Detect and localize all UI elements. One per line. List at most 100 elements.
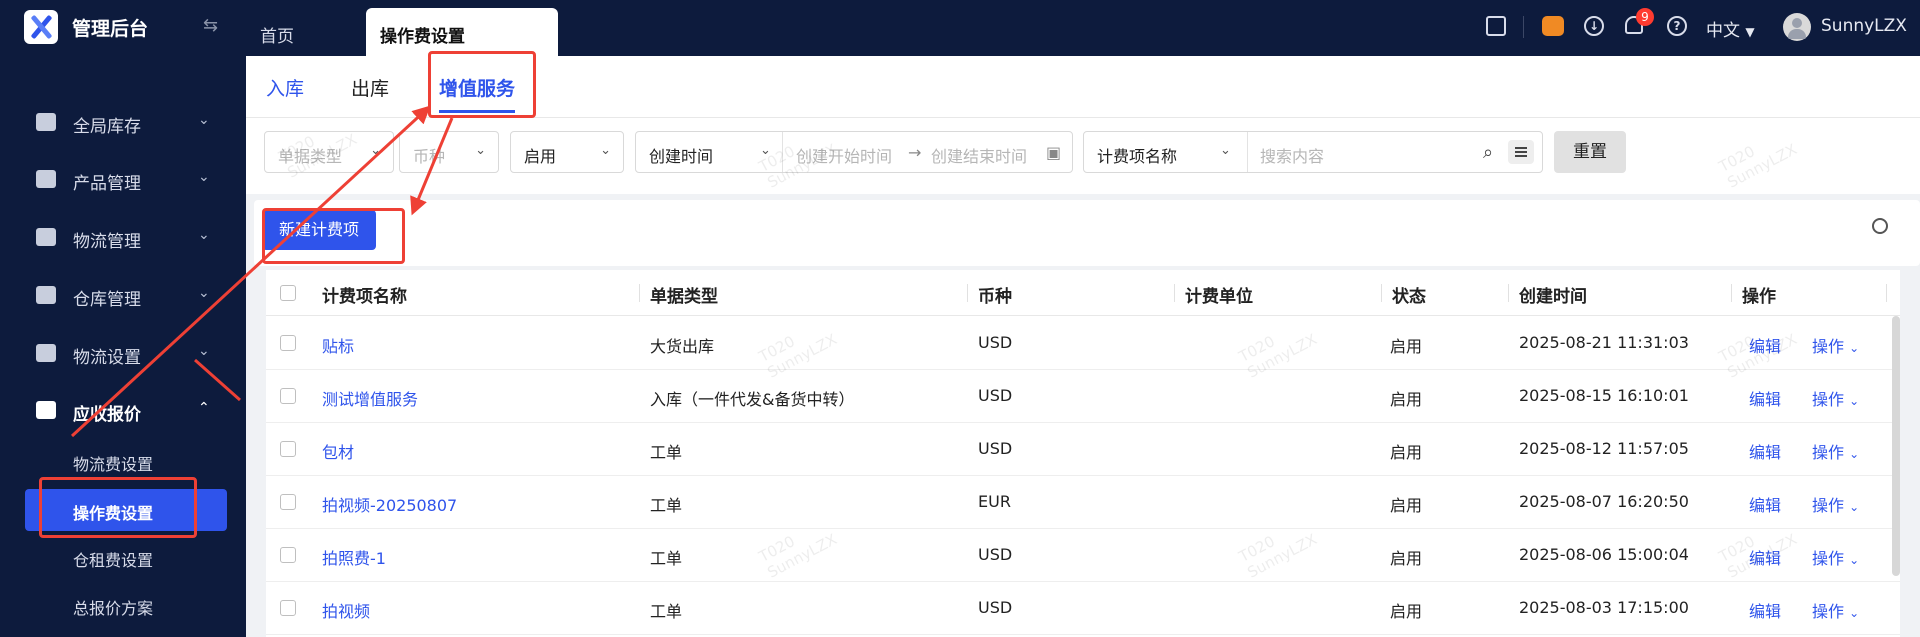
caret-down-icon: ▼ xyxy=(1745,25,1755,39)
sidebar-subitem-label: 物流费设置 xyxy=(73,455,154,474)
divider xyxy=(782,132,783,172)
sidebar-subitem-label: 总报价方案 xyxy=(73,599,154,618)
annotation-box-new-button xyxy=(262,208,405,264)
operation-dropdown[interactable]: 操作 ⌄ xyxy=(1812,545,1859,569)
edit-link[interactable]: 编辑 xyxy=(1749,598,1781,622)
search-icon[interactable]: ⌕ xyxy=(1483,142,1493,163)
column-header-doc-type: 单据类型 xyxy=(650,287,718,307)
fee-item-name-link[interactable]: 拍视频-20250807 xyxy=(322,492,457,516)
edit-link[interactable]: 编辑 xyxy=(1749,386,1781,410)
created-cell: 2025-08-21 11:31:03 xyxy=(1519,333,1689,352)
fee-item-name-link[interactable]: 包材 xyxy=(322,439,354,463)
end-date-input[interactable]: 创建结束时间 xyxy=(931,143,1027,167)
content-area: 新建计费项 计费项名称 单据类型 币种 计费单位 状态 创建时间 操作 贴标 大… xyxy=(246,194,1920,637)
language-switch[interactable]: 中文 ▼ xyxy=(1706,16,1755,41)
currency-cell: USD xyxy=(978,545,1013,564)
sidebar-item-label: 仓库管理 xyxy=(73,290,141,310)
created-cell: 2025-08-12 11:57:05 xyxy=(1519,439,1689,458)
status-select[interactable]: 启用 ⌄ xyxy=(510,131,624,173)
divider xyxy=(1523,16,1524,38)
search-field-select[interactable]: 计费项名称 xyxy=(1097,143,1177,167)
row-checkbox[interactable] xyxy=(280,600,296,616)
row-checkbox[interactable] xyxy=(280,388,296,404)
row-checkbox[interactable] xyxy=(280,335,296,351)
divider xyxy=(1508,284,1509,302)
sidebar-item-label: 物流设置 xyxy=(73,348,141,368)
table-row: 包材 工单 USD 启用 2025-08-12 11:57:05 编辑 操作 ⌄ xyxy=(266,423,1900,476)
chevron-down-icon: ⌄ xyxy=(1849,447,1860,461)
currency-cell: USD xyxy=(978,386,1013,405)
divider xyxy=(967,284,968,302)
reset-button[interactable]: 重置 xyxy=(1554,131,1626,173)
row-checkbox[interactable] xyxy=(280,547,296,563)
chevron-down-icon: ⌄ xyxy=(198,227,210,243)
sidebar-item-product[interactable]: 产品管理 ⌄ xyxy=(0,158,246,202)
robot-icon[interactable] xyxy=(1542,16,1564,36)
sidebar-item-global-inventory[interactable]: 全局库存 ⌄ xyxy=(0,101,246,145)
house-icon xyxy=(36,286,56,304)
fee-item-name-link[interactable]: 拍照费-1 xyxy=(322,545,386,569)
logo-icon xyxy=(24,10,58,44)
tab-inbound[interactable]: 入库 xyxy=(266,74,304,101)
table-scrollbar[interactable] xyxy=(1892,316,1900,576)
main-area: 入库 出库 增值服务 单据类型 ⌄ 币种 ⌄ 启用 ⌄ 创建时间 ⌄ 创建开始时 xyxy=(246,56,1920,637)
edit-link[interactable]: 编辑 xyxy=(1749,333,1781,357)
table-header: 计费项名称 单据类型 币种 计费单位 状态 创建时间 操作 xyxy=(266,270,1900,316)
operation-dropdown[interactable]: 操作 ⌄ xyxy=(1812,386,1859,410)
edit-link[interactable]: 编辑 xyxy=(1749,545,1781,569)
sidebar-item-label: 产品管理 xyxy=(73,174,141,194)
sidebar-item-logistics[interactable]: 物流管理 ⌄ xyxy=(0,216,246,260)
sidebar-item-logistics-settings[interactable]: 物流设置 ⌄ xyxy=(0,332,246,376)
status-cell: 启用 xyxy=(1390,390,1423,409)
annotation-box-operation-fee-menu xyxy=(39,477,197,538)
doc-type-select[interactable]: 单据类型 ⌄ xyxy=(264,131,394,173)
search-input[interactable]: 搜索内容 xyxy=(1260,143,1324,167)
time-field-select[interactable]: 创建时间 xyxy=(649,143,713,167)
download-icon[interactable]: ↓ xyxy=(1584,16,1604,36)
sidebar-subitem-storage-fee[interactable]: 仓租费设置 xyxy=(25,536,227,578)
help-icon[interactable]: ? xyxy=(1667,16,1687,36)
row-checkbox[interactable] xyxy=(280,441,296,457)
edit-link[interactable]: 编辑 xyxy=(1749,439,1781,463)
fee-item-name-link[interactable]: 拍视频 xyxy=(322,598,370,622)
sidebar-subitem-total-quote[interactable]: 总报价方案 xyxy=(25,584,227,626)
tab-outbound[interactable]: 出库 xyxy=(351,74,389,101)
chevron-down-icon: ⌄ xyxy=(760,143,771,158)
sidebar-subitem-logistics-fee[interactable]: 物流费设置 xyxy=(25,440,227,482)
column-settings-icon[interactable] xyxy=(1872,218,1888,234)
fee-items-table: 计费项名称 单据类型 币种 计费单位 状态 创建时间 操作 贴标 大货出库 US… xyxy=(266,270,1900,637)
sidebar-item-label: 全局库存 xyxy=(73,117,141,137)
operation-label: 操作 xyxy=(1812,602,1845,621)
collapse-icon[interactable]: ⇆ xyxy=(203,15,218,36)
message-box-icon[interactable] xyxy=(1486,16,1506,36)
action-bar: 新建计费项 xyxy=(254,200,1920,266)
advanced-filter-icon[interactable] xyxy=(1508,140,1534,164)
username[interactable]: SunnyLZX xyxy=(1821,16,1907,36)
operation-dropdown[interactable]: 操作 ⌄ xyxy=(1812,492,1859,516)
calendar-icon[interactable]: ▣ xyxy=(1046,143,1061,162)
avatar-icon[interactable] xyxy=(1783,13,1811,41)
divider xyxy=(1174,284,1175,302)
operation-dropdown[interactable]: 操作 ⌄ xyxy=(1812,598,1859,622)
sidebar-item-warehouse[interactable]: 仓库管理 ⌄ xyxy=(0,274,246,318)
edit-link[interactable]: 编辑 xyxy=(1749,492,1781,516)
currency-cell: EUR xyxy=(978,492,1011,511)
doc-type-cell: 工单 xyxy=(650,549,683,568)
sidebar-item-receivable-quote[interactable]: 应收报价 ⌃ xyxy=(0,389,246,433)
table-row: 拍视频-20250807 工单 EUR 启用 2025-08-07 16:20:… xyxy=(266,476,1900,529)
divider xyxy=(1381,284,1382,302)
fee-item-name-link[interactable]: 测试增值服务 xyxy=(322,386,418,410)
operation-dropdown[interactable]: 操作 ⌄ xyxy=(1812,333,1859,357)
operation-dropdown[interactable]: 操作 ⌄ xyxy=(1812,439,1859,463)
tab-operation-fee[interactable]: 操作费设置 xyxy=(366,8,558,56)
tab-home[interactable]: 首页 xyxy=(260,8,294,56)
fee-item-name-link[interactable]: 贴标 xyxy=(322,333,354,357)
row-checkbox[interactable] xyxy=(280,494,296,510)
start-date-input[interactable]: 创建开始时间 xyxy=(796,143,892,167)
currency-cell: USD xyxy=(978,598,1013,617)
select-all-checkbox[interactable] xyxy=(280,285,296,301)
chevron-down-icon: ⌄ xyxy=(198,169,210,185)
currency-select[interactable]: 币种 ⌄ xyxy=(399,131,499,173)
table-row: 贴标 大货出库 USD 启用 2025-08-21 11:31:03 编辑 操作… xyxy=(266,317,1900,370)
arrow-right-icon: → xyxy=(908,143,922,162)
